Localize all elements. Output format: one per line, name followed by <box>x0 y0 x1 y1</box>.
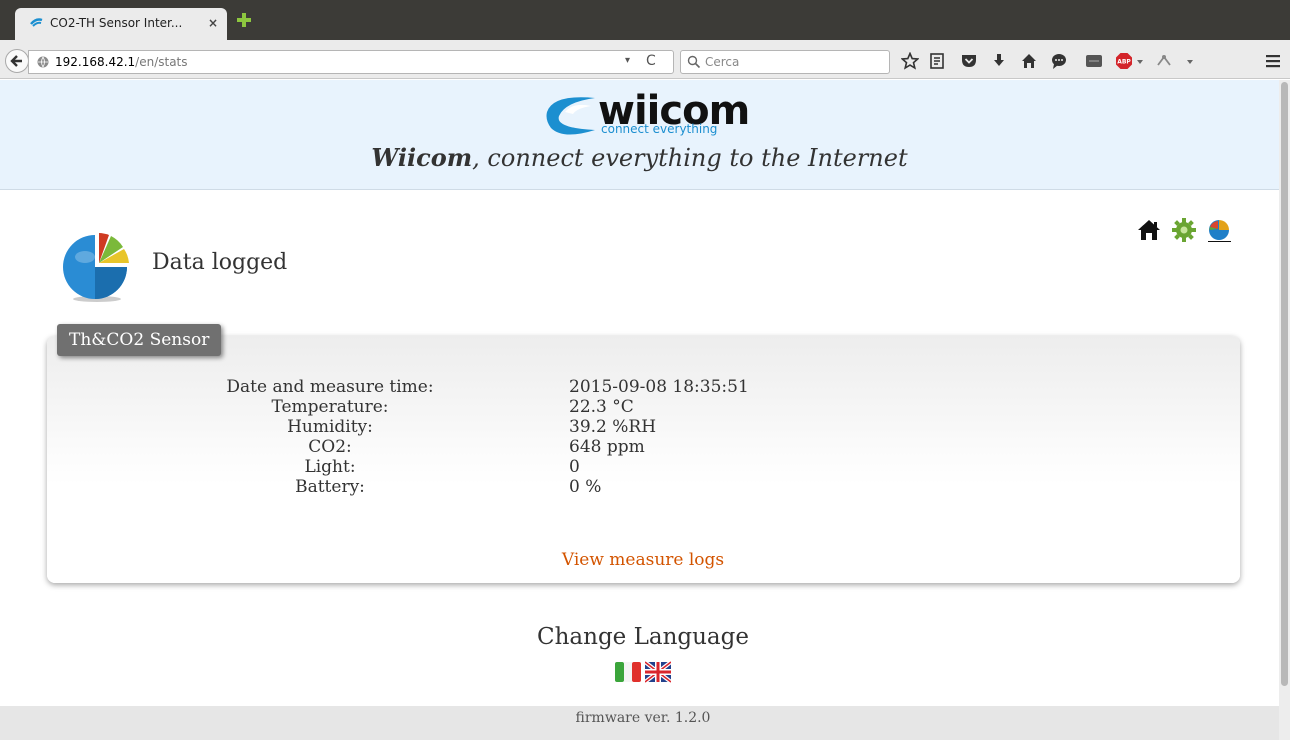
site-header: wiicom connect everything Wiicom, connec… <box>0 80 1279 190</box>
reading-label: CO2: <box>308 437 352 457</box>
url-host: 192.168.42.1 <box>55 55 136 69</box>
page-content: wiicom connect everything Wiicom, connec… <box>0 80 1279 740</box>
uk-flag-icon[interactable] <box>645 660 671 684</box>
reading-value: 648 ppm <box>569 437 645 457</box>
dropdown-icon[interactable] <box>1185 52 1195 70</box>
tagline-text: , connect everything to the Internet <box>472 144 908 172</box>
pocket-icon[interactable] <box>960 52 978 70</box>
search-icon <box>687 55 701 69</box>
address-bar[interactable]: 192.168.42.1/en/stats ▾ C <box>28 50 674 74</box>
download-icon[interactable] <box>990 52 1008 70</box>
stats-pie-icon[interactable] <box>1207 218 1231 242</box>
wiicom-favicon-icon <box>30 18 43 27</box>
reading-value: 2015-09-08 18:35:51 <box>569 377 749 397</box>
reading-label: Temperature: <box>271 397 389 417</box>
view-measure-logs-link[interactable]: View measure logs <box>0 550 1279 570</box>
firmware-version: firmware ver. 1.2.0 <box>575 710 711 726</box>
browser-tab-strip: CO2-TH Sensor Inter... × <box>0 0 1290 40</box>
chat-icon[interactable] <box>1050 52 1068 70</box>
reading-row: CO2: 648 ppm <box>0 437 1279 457</box>
logo-subtitle: connect everything <box>601 122 718 136</box>
home-icon[interactable] <box>1020 52 1038 70</box>
reading-label: Humidity: <box>287 417 373 437</box>
back-button[interactable] <box>5 49 29 73</box>
tab-title: CO2-TH Sensor Inter... <box>50 16 183 30</box>
search-placeholder: Cerca <box>705 55 740 69</box>
back-arrow-icon <box>10 55 22 67</box>
url-history-dropdown-icon[interactable]: ▾ <box>625 55 630 66</box>
browser-tab-active[interactable]: CO2-TH Sensor Inter... × <box>15 8 227 40</box>
dropdown-icon[interactable] <box>1135 52 1145 70</box>
reading-label: Battery: <box>295 477 365 497</box>
url-path: /en/stats <box>135 55 188 69</box>
reading-row: Battery: 0 % <box>0 477 1279 497</box>
page-scrollbar[interactable] <box>1279 80 1290 740</box>
page-nav-icons <box>1137 218 1232 248</box>
new-tab-plus-icon[interactable] <box>236 12 252 28</box>
reading-value: 0 <box>569 457 580 477</box>
adblock-label: ABP <box>1117 59 1131 66</box>
reading-value: 22.3 °C <box>569 397 634 417</box>
page-footer: firmware ver. 1.2.0 <box>0 706 1279 740</box>
section-title: Data logged <box>152 250 288 275</box>
italian-flag-icon[interactable] <box>615 660 641 684</box>
addon-icon[interactable] <box>1155 52 1173 70</box>
reading-value: 0 % <box>569 477 602 497</box>
extension-icon[interactable] <box>1085 52 1103 70</box>
tagline-brand: Wiicom <box>371 143 473 172</box>
reading-row: Temperature: 22.3 °C <box>0 397 1279 417</box>
adblock-plus-icon[interactable]: ABP <box>1115 52 1133 70</box>
reload-icon[interactable]: C <box>646 53 656 69</box>
wiicom-logo[interactable]: wiicom connect everything <box>543 88 753 138</box>
home-icon[interactable] <box>1137 218 1161 242</box>
pie-chart-icon <box>63 233 129 302</box>
url-text: 192.168.42.1/en/stats <box>55 55 188 69</box>
tab-close-icon[interactable]: × <box>208 16 218 30</box>
reading-label: Light: <box>304 457 356 477</box>
settings-gear-icon[interactable] <box>1172 218 1196 242</box>
reading-label: Date and measure time: <box>226 377 434 397</box>
reading-row: Light: 0 <box>0 457 1279 477</box>
reading-value: 39.2 %RH <box>569 417 657 437</box>
scrollbar-thumb[interactable] <box>1281 82 1288 686</box>
reading-list-icon[interactable] <box>928 52 946 70</box>
browser-navigation-bar: 192.168.42.1/en/stats ▾ C Cerca ABP <box>0 40 1290 79</box>
sensor-readings: Date and measure time: 2015-09-08 18:35:… <box>0 377 1279 497</box>
site-tagline: Wiicom, connect everything to the Intern… <box>0 143 1279 172</box>
change-language-title: Change Language <box>537 624 749 650</box>
reading-row: Humidity: 39.2 %RH <box>0 417 1279 437</box>
search-bar[interactable]: Cerca <box>680 50 890 74</box>
globe-icon <box>37 56 49 68</box>
menu-icon[interactable] <box>1264 52 1282 70</box>
reading-row: Date and measure time: 2015-09-08 18:35:… <box>0 377 1279 397</box>
bookmark-star-icon[interactable] <box>901 52 919 70</box>
wiicom-swoosh-icon <box>546 97 595 135</box>
language-flags <box>615 660 675 686</box>
sensor-badge: Th&CO2 Sensor <box>57 324 222 356</box>
